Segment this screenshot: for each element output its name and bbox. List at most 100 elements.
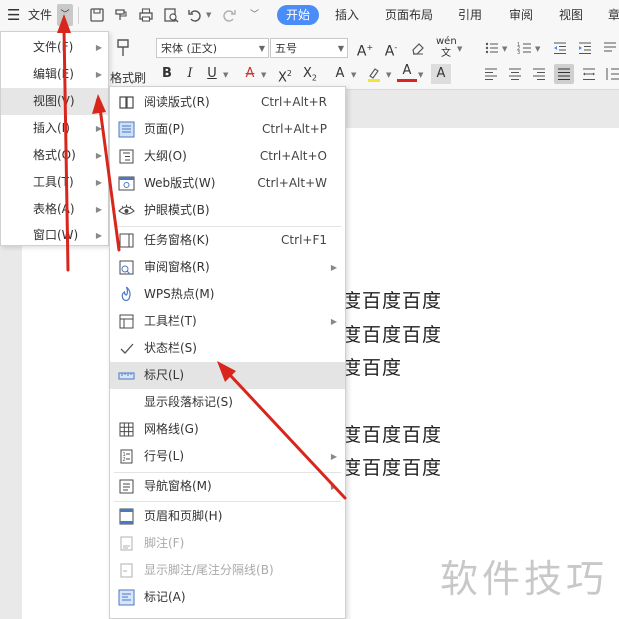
file-menu-item-tools[interactable]: 工具(T) ▶ xyxy=(1,169,108,196)
chevron-right-icon: ▶ xyxy=(95,70,102,79)
file-menu-item-view[interactable]: 视图(V) ▶ xyxy=(1,88,108,115)
file-menu-item-table[interactable]: 表格(A) ▶ xyxy=(1,196,108,223)
file-menu-item-insert[interactable]: 插入(I) ▶ xyxy=(1,115,108,142)
italic-icon[interactable]: I xyxy=(180,64,200,84)
menu-item-label: 工具(T) xyxy=(33,175,74,189)
navigation-icon xyxy=(118,478,135,495)
font-size-select[interactable]: 五号 ▼ xyxy=(270,38,348,58)
tab-chapter[interactable]: 章 xyxy=(608,0,619,31)
file-menu-button[interactable]: 文件 xyxy=(28,0,52,31)
chevron-right-icon: ▶ xyxy=(95,151,102,160)
hamburger-menu-icon[interactable]: ☰ xyxy=(7,0,20,31)
check-icon xyxy=(118,340,135,357)
menu-item-web-layout[interactable]: Web版式(W) Ctrl+Alt+W xyxy=(110,170,345,197)
highlight-icon[interactable] xyxy=(364,64,384,84)
review-pane-icon xyxy=(118,259,135,276)
menu-item-line-numbers[interactable]: 12 行号(L) ▶ xyxy=(110,443,345,470)
menu-item-label: 阅读版式(R) xyxy=(144,95,210,109)
menu-item-label: 护眼模式(B) xyxy=(144,203,210,217)
subscript-icon[interactable]: X2 xyxy=(300,64,320,84)
menu-item-reading-layout[interactable]: 阅读版式(R) Ctrl+Alt+R xyxy=(110,89,345,116)
chevron-down-icon[interactable]: ▼ xyxy=(535,45,540,53)
file-menu-item-window[interactable]: 窗口(W) ▶ xyxy=(1,222,108,249)
eye-icon xyxy=(118,202,135,219)
menu-item-label: 网格线(G) xyxy=(144,422,199,436)
char-shading-icon[interactable]: A xyxy=(431,64,451,84)
tab-review[interactable]: 审阅 xyxy=(509,0,533,31)
line-spacing-icon[interactable] xyxy=(602,64,619,84)
align-left-icon[interactable] xyxy=(481,64,501,84)
print-icon[interactable] xyxy=(137,6,155,24)
menu-item-toolbar[interactable]: 工具栏(T) ▶ xyxy=(110,308,345,335)
align-center-icon[interactable] xyxy=(505,64,525,84)
file-menu-item-edit[interactable]: 编辑(E) ▶ xyxy=(1,61,108,88)
chinese-layout-icon[interactable] xyxy=(600,38,619,58)
menu-item-ruler[interactable]: 标尺(L) xyxy=(110,362,345,389)
chevron-down-icon[interactable]: ▼ xyxy=(223,71,228,79)
bullets-icon[interactable] xyxy=(482,38,502,58)
tab-view[interactable]: 视图 xyxy=(559,0,583,31)
chevron-down-icon[interactable]: ▼ xyxy=(502,45,507,53)
superscript-icon[interactable]: X2 xyxy=(275,64,295,85)
menu-item-header-footer[interactable]: 页眉和页脚(H) xyxy=(110,503,345,530)
distributed-align-icon[interactable] xyxy=(579,64,599,84)
menu-item-navigation-pane[interactable]: 导航窗格(M) ▶ xyxy=(110,473,345,500)
chevron-down-icon[interactable]: ▼ xyxy=(351,71,356,79)
menu-item-shortcut: Ctrl+Alt+O xyxy=(259,149,327,163)
tab-page-layout[interactable]: 页面布局 xyxy=(385,0,433,31)
decrease-indent-icon[interactable] xyxy=(550,38,570,58)
print-preview-icon[interactable] xyxy=(162,6,180,24)
menu-item-review-pane[interactable]: 审阅窗格(R) ▶ xyxy=(110,254,345,281)
menu-item-eye-protection[interactable]: 护眼模式(B) xyxy=(110,197,345,224)
tab-references[interactable]: 引用 xyxy=(458,0,482,31)
increase-indent-icon[interactable] xyxy=(575,38,595,58)
phonetic-guide-icon[interactable]: wén 文 xyxy=(436,36,457,59)
menu-item-page[interactable]: 页面(P) Ctrl+Alt+P xyxy=(110,116,345,143)
tab-insert[interactable]: 插入 xyxy=(335,0,359,31)
save-icon[interactable] xyxy=(88,6,106,24)
shrink-font-icon[interactable]: A- xyxy=(381,38,401,60)
toolbar-icon xyxy=(118,313,135,330)
menu-item-label: 窗口(W) xyxy=(33,228,79,242)
chevron-down-icon[interactable]: ▼ xyxy=(386,71,391,79)
text-effect-icon[interactable]: A xyxy=(330,64,350,84)
menu-item-shortcut: Ctrl+Alt+W xyxy=(257,176,327,190)
justify-icon[interactable] xyxy=(554,64,574,84)
font-name-select[interactable]: 宋体 (正文) ▼ xyxy=(156,38,269,58)
redo-icon[interactable] xyxy=(220,6,238,24)
underline-icon[interactable]: U xyxy=(202,64,222,84)
chevron-right-icon: ▶ xyxy=(95,178,102,187)
menu-item-markup[interactable]: 标记(A) xyxy=(110,584,345,611)
file-menu-item-file[interactable]: 文件(F) ▶ xyxy=(1,34,108,61)
menu-item-gridlines[interactable]: 网格线(G) xyxy=(110,416,345,443)
file-menu-dropdown-button[interactable]: ﹀ xyxy=(57,4,73,26)
menu-item-task-pane[interactable]: 任务窗格(K) Ctrl+F1 xyxy=(110,227,345,254)
align-right-icon[interactable] xyxy=(529,64,549,84)
undo-icon[interactable] xyxy=(186,6,204,24)
quick-access-more-icon[interactable]: ﹀ xyxy=(250,0,259,31)
format-painter-icon[interactable] xyxy=(112,6,130,24)
chevron-right-icon: ▶ xyxy=(95,124,102,133)
bold-icon[interactable]: B xyxy=(157,64,177,84)
menu-item-show-paragraph-marks[interactable]: 显示段落标记(S) xyxy=(110,389,345,416)
numbering-icon[interactable]: 123 xyxy=(515,38,535,58)
chevron-down-icon[interactable]: ▼ xyxy=(457,45,462,53)
menu-item-outline[interactable]: 大纲(O) Ctrl+Alt+O xyxy=(110,143,345,170)
grow-font-icon[interactable]: A+ xyxy=(355,38,375,60)
chevron-down-icon[interactable]: ▼ xyxy=(418,71,423,79)
menu-item-label: 显示脚注/尾注分隔线(B) xyxy=(144,563,274,577)
menu-item-footnote[interactable]: 脚注(F) xyxy=(110,530,345,557)
line-number-icon: 12 xyxy=(118,448,135,465)
menu-item-status-bar[interactable]: 状态栏(S) xyxy=(110,335,345,362)
format-painter-button[interactable] xyxy=(112,37,134,62)
menu-item-wps-hotspot[interactable]: WPS热点(M) xyxy=(110,281,345,308)
chevron-down-icon[interactable]: ▼ xyxy=(261,71,266,79)
menu-item-footnote-separator[interactable]: 显示脚注/尾注分隔线(B) xyxy=(110,557,345,584)
clear-format-icon[interactable] xyxy=(408,38,428,58)
file-menu-item-format[interactable]: 格式(O) ▶ xyxy=(1,142,108,169)
strikethrough-icon[interactable]: A xyxy=(240,64,260,84)
font-name-value: 宋体 (正文) xyxy=(161,42,218,55)
undo-dropdown-icon[interactable]: ▼ xyxy=(206,0,211,31)
font-color-icon[interactable]: A xyxy=(397,63,417,82)
tab-home[interactable]: 开始 xyxy=(277,5,319,25)
